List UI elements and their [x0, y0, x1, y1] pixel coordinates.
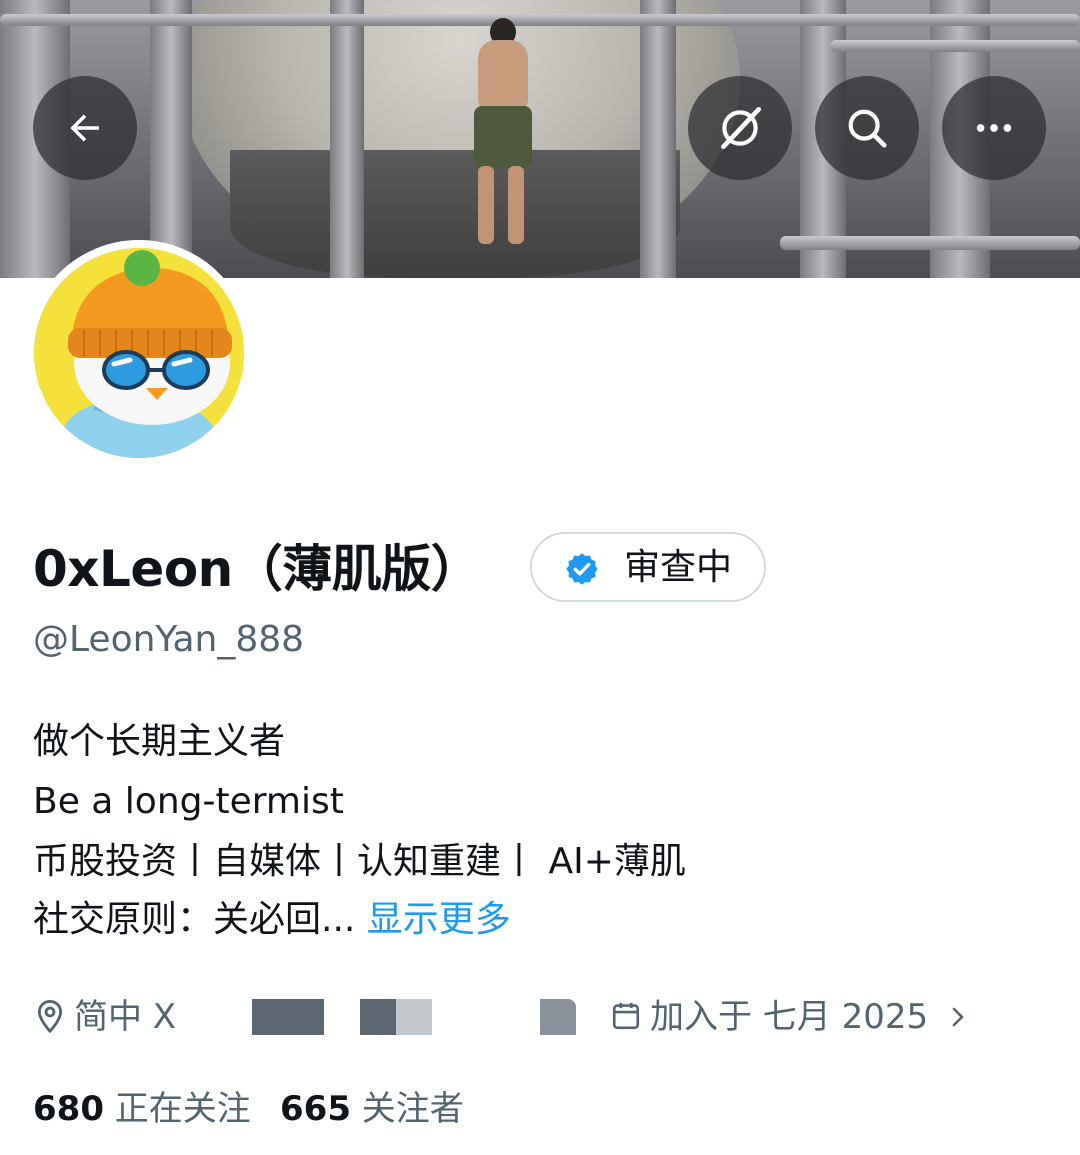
- avatar[interactable]: [34, 248, 244, 458]
- following-count: 680: [33, 1089, 104, 1129]
- grok-button[interactable]: [688, 76, 792, 180]
- followers-label: 关注者: [361, 1089, 464, 1129]
- banner-person: [468, 18, 538, 248]
- bio-line: 做个长期主义者: [33, 721, 286, 762]
- redacted-block: [252, 999, 324, 1035]
- banner-rack-post: [330, 0, 364, 278]
- chevron-right-icon[interactable]: [946, 1003, 970, 1031]
- followers-stat[interactable]: 665 关注者: [280, 1088, 464, 1130]
- redacted-block: [360, 999, 396, 1035]
- show-more-link[interactable]: 显示更多: [367, 899, 511, 940]
- display-name: 0xLeon（薄肌版）: [33, 540, 481, 598]
- more-horizontal-icon: [976, 124, 1012, 132]
- location-pin-icon: [37, 999, 63, 1034]
- redacted-block: [396, 999, 432, 1035]
- bio-line: 币股投资丨自媒体丨认知重建丨 AI+薄肌: [33, 841, 686, 882]
- back-button[interactable]: [33, 76, 137, 180]
- banner-bar: [0, 14, 1080, 26]
- more-button[interactable]: [942, 76, 1046, 180]
- bio-line: Be a long-termist: [33, 781, 344, 822]
- verification-pill[interactable]: 审查中: [530, 532, 766, 602]
- banner-rack-post: [150, 0, 192, 278]
- arrow-left-icon: [70, 114, 99, 142]
- redacted-block: [540, 999, 576, 1035]
- calendar-icon: [612, 1002, 640, 1030]
- banner-floor: [230, 150, 680, 278]
- following-stat[interactable]: 680 正在关注: [33, 1088, 251, 1130]
- search-icon: [848, 109, 887, 148]
- handle: @LeonYan_888: [33, 619, 305, 660]
- bio-line: 社交原则：关必回...: [33, 899, 356, 940]
- banner-rack-post: [640, 0, 676, 278]
- banner-bar: [830, 40, 1080, 52]
- verified-badge-icon: [566, 553, 598, 585]
- bio-last-line: 社交原则：关必回... 显示更多: [33, 898, 511, 942]
- search-button[interactable]: [815, 76, 919, 180]
- following-label: 正在关注: [114, 1089, 251, 1129]
- penguin-avatar-illustration: [34, 248, 244, 458]
- joined-date: 加入于 七月 2025: [650, 997, 929, 1037]
- profile-banner[interactable]: [0, 0, 1080, 278]
- location-text: 简中 X: [74, 997, 177, 1037]
- followers-count: 665: [280, 1089, 351, 1129]
- grok-slash-circle-icon: [721, 106, 762, 150]
- banner-bar: [780, 236, 1080, 250]
- verification-label: 审查中: [624, 547, 733, 588]
